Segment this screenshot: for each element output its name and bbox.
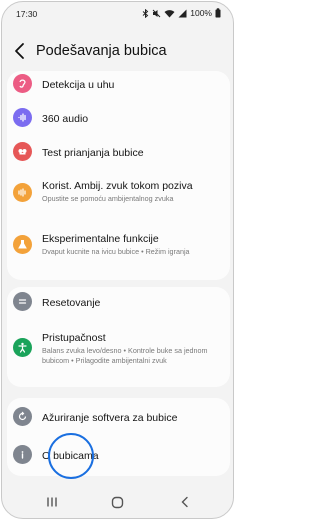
page-header: Podešavanja bubica bbox=[2, 36, 233, 66]
wifi-icon bbox=[164, 9, 175, 17]
reset-label: Resetovanje bbox=[42, 297, 101, 309]
status-bar: 17:30 100% bbox=[2, 2, 233, 24]
update-icon bbox=[13, 407, 32, 426]
battery-icon bbox=[215, 8, 221, 18]
ambient-call-description: Opustite se pomoću ambijentalnog zvuka bbox=[42, 194, 174, 203]
fit-test-label: Test prianjanja bubice bbox=[42, 147, 144, 159]
info-card: Ažuriranje softvera za bubice O bubicama bbox=[7, 398, 230, 476]
accessibility-description: Balans zvuka levo/desno • Kontrole buke … bbox=[42, 346, 208, 365]
ambient-call-item[interactable]: Korist. Ambij. zvuk tokom poziva Opustit… bbox=[7, 173, 230, 217]
battery-percent: 100% bbox=[190, 8, 212, 18]
software-update-label: Ažuriranje softvera za bubice bbox=[42, 412, 178, 424]
ear-detection-label: Detekcija u uhu bbox=[42, 79, 115, 91]
experimental-item[interactable]: Eksperimentalne funkcije Dvaput kucnite … bbox=[7, 225, 230, 269]
info-icon bbox=[13, 445, 32, 464]
ambient-sound-icon bbox=[13, 183, 32, 202]
navigation-bar bbox=[2, 486, 233, 518]
status-time: 17:30 bbox=[16, 9, 38, 19]
recent-apps-icon[interactable] bbox=[46, 496, 58, 508]
about-item[interactable]: O bubicama bbox=[7, 436, 230, 472]
audio-wave-icon bbox=[13, 108, 32, 127]
experimental-label: Eksperimentalne funkcije bbox=[42, 233, 159, 245]
phone-frame: 17:30 100% Podešavanja bubica Detekcija … bbox=[1, 1, 234, 519]
features-card: Detekcija u uhu 360 audio Test prianjanj… bbox=[7, 71, 230, 280]
ear-icon bbox=[13, 74, 32, 93]
flask-icon bbox=[13, 235, 32, 254]
audio360-label: 360 audio bbox=[42, 113, 89, 125]
touch-indicator bbox=[48, 433, 94, 479]
software-update-item[interactable]: Ažuriranje softvera za bubice bbox=[7, 398, 230, 434]
back-icon[interactable] bbox=[12, 42, 28, 60]
accessibility-item[interactable]: Pristupačnost Balans zvuka levo/desno • … bbox=[7, 324, 230, 384]
ear-detection-item[interactable]: Detekcija u uhu bbox=[7, 71, 230, 99]
experimental-description: Dvaput kucnite na ivicu bubice • Režim i… bbox=[42, 247, 190, 256]
fit-test-item[interactable]: Test prianjanja bubice bbox=[7, 138, 230, 166]
accessibility-label: Pristupačnost bbox=[42, 332, 106, 344]
back-nav-icon[interactable] bbox=[180, 496, 190, 508]
system-card: Resetovanje Pristupačnost Balans zvuka l… bbox=[7, 287, 230, 387]
signal-icon bbox=[178, 9, 187, 17]
earbuds-fit-icon bbox=[13, 142, 32, 161]
bluetooth-icon bbox=[142, 8, 149, 18]
ambient-call-label: Korist. Ambij. zvuk tokom poziva bbox=[42, 180, 193, 192]
page-title: Podešavanja bubica bbox=[36, 43, 167, 59]
audio360-item[interactable]: 360 audio bbox=[7, 104, 230, 132]
reset-item[interactable]: Resetovanje bbox=[7, 287, 230, 315]
mute-icon bbox=[152, 9, 161, 17]
status-icons: 100% bbox=[142, 8, 221, 18]
reset-icon bbox=[13, 292, 32, 311]
home-icon[interactable] bbox=[111, 496, 124, 509]
accessibility-icon bbox=[13, 338, 32, 357]
